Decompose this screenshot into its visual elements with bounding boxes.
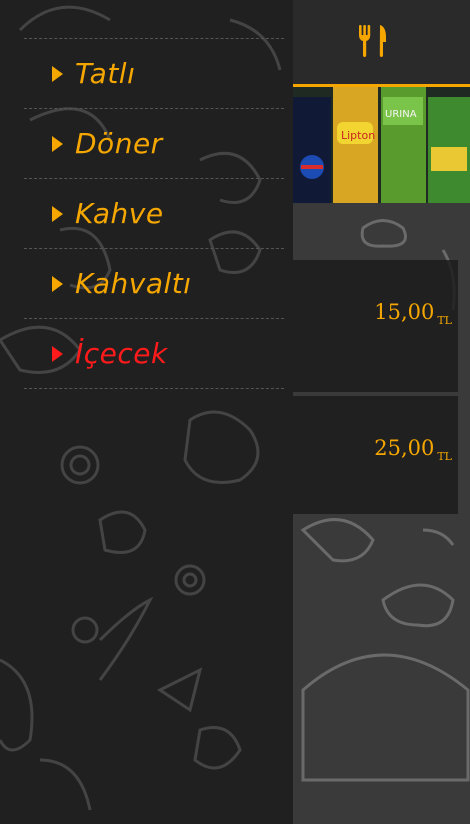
header-bar (293, 0, 470, 87)
category-banner-image: Lipton URINA (293, 87, 470, 203)
triangle-right-icon (52, 65, 63, 82)
menu-item-label: Tatlı (75, 57, 136, 90)
triangle-right-icon (52, 135, 63, 152)
svg-text:URINA: URINA (385, 109, 417, 120)
menu-item-kahvalti[interactable]: Kahvaltı (24, 249, 284, 319)
triangle-right-icon (52, 345, 63, 362)
triangle-right-icon (52, 275, 63, 292)
product-card[interactable]: 25,00 TL (293, 396, 458, 514)
category-sidebar: Tatlı Döner Kahve Kahvaltı İçecek (0, 0, 293, 824)
menu-item-label: Kahvaltı (75, 267, 192, 300)
menu-item-tatli[interactable]: Tatlı (24, 38, 284, 109)
menu-item-doner[interactable]: Döner (24, 109, 284, 179)
currency-label: TL (437, 450, 452, 463)
category-menu: Tatlı Döner Kahve Kahvaltı İçecek (24, 38, 284, 389)
main-panel: Lipton URINA 15,00 TL 25,00 TL (293, 0, 470, 824)
menu-item-label: Kahve (75, 197, 164, 230)
fork-knife-icon[interactable] (356, 23, 388, 61)
triangle-right-icon (52, 205, 63, 222)
price-value: 15,00 (374, 300, 435, 324)
currency-label: TL (437, 314, 452, 327)
menu-item-label: Döner (75, 127, 163, 160)
menu-item-kahve[interactable]: Kahve (24, 179, 284, 249)
product-price: 25,00 TL (374, 436, 452, 463)
svg-text:Lipton: Lipton (341, 129, 375, 142)
menu-item-label: İçecek (75, 337, 168, 370)
product-card[interactable]: 15,00 TL (293, 260, 458, 392)
price-value: 25,00 (374, 436, 435, 460)
menu-item-icecek[interactable]: İçecek (24, 319, 284, 389)
product-price: 15,00 TL (374, 300, 452, 327)
